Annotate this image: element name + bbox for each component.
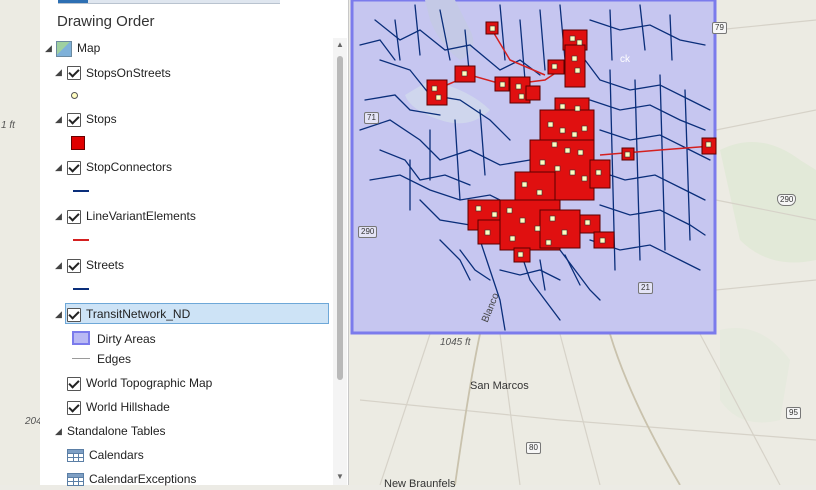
expand-collapse-icon[interactable]: ◢ [44,43,53,54]
layer-stopsonstreets-label[interactable]: StopsOnStreets [86,66,171,80]
layer-visibility-checkbox[interactable] [67,308,81,322]
expand-collapse-icon[interactable]: ◢ [54,426,63,437]
highway-shield: 79 [712,22,727,34]
square-symbol-icon [71,136,85,150]
layer-streets-label[interactable]: Streets [86,258,124,272]
table-icon [67,473,84,486]
layer-visibility-checkbox[interactable] [67,259,81,273]
expand-collapse-icon[interactable]: ◢ [54,162,63,173]
expand-collapse-icon[interactable]: ◢ [54,67,63,78]
highway-shield: 80 [526,442,541,454]
layer-stops-label[interactable]: Stops [86,112,117,126]
layer-transitnetwork-label[interactable]: TransitNetwork_ND [86,307,190,321]
line-symbol-icon [73,190,89,192]
standalone-tables-label[interactable]: Standalone Tables [67,424,166,438]
highway-shield: 290 [777,194,797,206]
expand-collapse-icon[interactable]: ◢ [54,211,63,222]
line-symbol-icon [72,358,90,359]
dirty-areas-label[interactable]: Dirty Areas [97,332,156,346]
pane-title: Drawing Order [57,13,155,30]
highway-shield: 71 [364,112,379,124]
highway-shield: 290 [358,226,378,238]
highway-shield: 95 [786,407,801,419]
highway-shield: 21 [638,282,653,294]
scroll-down-icon[interactable]: ▼ [336,472,344,481]
layer-visibility-checkbox[interactable] [67,113,81,127]
line-symbol-icon [73,288,89,290]
line-symbol-icon [73,239,89,241]
map-place-new-braunfels: New Braunfels [384,478,456,490]
expand-collapse-icon[interactable]: ◢ [54,260,63,271]
pane-scrollbar[interactable]: ▲ ▼ [333,38,347,485]
layer-stopconnectors-label[interactable]: StopConnectors [86,160,172,174]
map-icon [56,41,72,57]
layer-visibility-checkbox[interactable] [67,161,81,175]
layer-visibility-checkbox[interactable] [67,377,81,391]
polygon-symbol-icon [72,331,90,345]
scrollbar-thumb[interactable] [337,56,343,380]
layer-visibility-checkbox[interactable] [67,210,81,224]
map-place-partial-town: ck [620,54,630,65]
layer-visibility-checkbox[interactable] [67,66,81,80]
point-symbol-icon [71,92,78,99]
table-calendarexceptions-label[interactable]: CalendarExceptions [89,472,196,486]
layer-world-topographic-label[interactable]: World Topographic Map [86,376,212,390]
scroll-up-icon[interactable]: ▲ [336,40,344,49]
pane-toolbar-strip [58,0,280,4]
map-elevation-label: 1 ft [1,120,15,131]
map-place-san-marcos: San Marcos [470,380,529,392]
table-icon [67,449,84,462]
table-calendars-label[interactable]: Calendars [89,448,144,462]
expand-collapse-icon[interactable]: ◢ [54,309,63,320]
map-node-label[interactable]: Map [77,41,100,55]
map-elevation-label: 1045 ft [440,337,471,348]
layer-linevariantelements-label[interactable]: LineVariantElements [86,209,196,223]
layer-world-hillshade-label[interactable]: World Hillshade [86,400,170,414]
edges-label[interactable]: Edges [97,352,131,366]
contents-pane: Drawing Order ◢ Map ◢ StopsOnStreets ◢ S… [40,0,349,486]
layer-visibility-checkbox[interactable] [67,401,81,415]
expand-collapse-icon[interactable]: ◢ [54,114,63,125]
